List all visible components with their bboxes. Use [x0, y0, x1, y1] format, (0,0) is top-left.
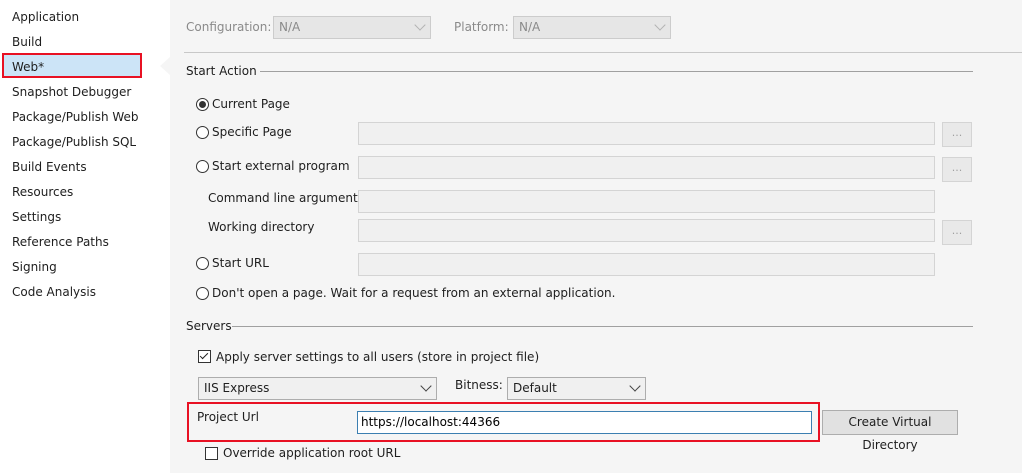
configuration-label: Configuration:	[186, 20, 272, 34]
servers-divider	[232, 326, 973, 327]
external-program-browse-button: ...	[942, 157, 972, 182]
specific-page-browse-button: ...	[942, 122, 972, 147]
start-url-label[interactable]: Start URL	[212, 256, 269, 270]
apply-server-settings-checkbox[interactable]	[198, 350, 211, 363]
sidebar-item-application[interactable]: Application	[12, 6, 79, 28]
configuration-select: N/A	[273, 16, 431, 39]
toolbar-divider	[184, 52, 1022, 53]
working-directory-label: Working directory	[208, 220, 315, 234]
sidebar-item-web[interactable]: Web*	[12, 56, 44, 78]
start-action-heading: Start Action	[186, 64, 257, 78]
current-page-radio[interactable]	[196, 98, 209, 111]
working-directory-input	[358, 219, 935, 242]
apply-server-settings-label[interactable]: Apply server settings to all users (stor…	[216, 350, 539, 364]
server-select[interactable]: IIS Express	[198, 377, 437, 400]
project-url-input[interactable]: https://localhost:44366	[357, 411, 812, 434]
dont-open-page-label[interactable]: Don't open a page. Wait for a request fr…	[212, 286, 615, 300]
specific-page-label[interactable]: Specific Page	[212, 125, 292, 139]
sidebar-item-signing[interactable]: Signing	[12, 256, 57, 278]
sidebar-item-package-publish-sql[interactable]: Package/Publish SQL	[12, 131, 136, 153]
platform-select: N/A	[513, 16, 671, 39]
start-external-program-radio[interactable]	[196, 160, 209, 173]
chevron-down-icon	[654, 19, 666, 31]
server-value: IIS Express	[204, 381, 270, 395]
chevron-down-icon	[414, 19, 426, 31]
platform-value: N/A	[519, 20, 541, 34]
dont-open-page-radio[interactable]	[196, 287, 209, 300]
bitness-select[interactable]: Default	[507, 377, 646, 400]
start-url-input	[358, 253, 935, 276]
sidebar-item-resources[interactable]: Resources	[12, 181, 73, 203]
start-external-program-label[interactable]: Start external program	[212, 159, 350, 173]
working-directory-browse-button: ...	[942, 220, 972, 245]
sidebar-item-snapshot-debugger[interactable]: Snapshot Debugger	[12, 81, 131, 103]
create-virtual-directory-button[interactable]: Create Virtual Directory	[822, 410, 958, 452]
command-line-arguments-input	[358, 190, 935, 213]
bitness-label: Bitness:	[455, 378, 503, 392]
servers-heading: Servers	[186, 319, 232, 333]
specific-page-input	[358, 122, 935, 145]
current-page-label[interactable]: Current Page	[212, 97, 290, 111]
configuration-value: N/A	[279, 20, 301, 34]
sidebar-item-build-events[interactable]: Build Events	[12, 156, 87, 178]
specific-page-radio[interactable]	[196, 126, 209, 139]
web-properties-page: Configuration: N/A Platform: N/A Start A…	[170, 0, 1022, 473]
external-program-input	[358, 156, 935, 179]
sidebar-item-reference-paths[interactable]: Reference Paths	[12, 231, 109, 253]
sidebar-item-settings[interactable]: Settings	[12, 206, 61, 228]
override-root-url-checkbox[interactable]	[205, 447, 218, 460]
project-url-label: Project Url	[197, 410, 259, 424]
start-action-divider	[260, 71, 973, 72]
command-line-arguments-label: Command line arguments	[208, 191, 364, 205]
platform-label: Platform:	[454, 20, 509, 34]
bitness-value: Default	[513, 381, 557, 395]
sidebar-item-build[interactable]: Build	[12, 31, 42, 53]
sidebar-item-package-publish-web[interactable]: Package/Publish Web	[12, 106, 139, 128]
chevron-down-icon	[420, 380, 432, 392]
selection-pointer	[160, 57, 170, 75]
override-root-url-label[interactable]: Override application root URL	[223, 446, 400, 460]
start-url-radio[interactable]	[196, 257, 209, 270]
sidebar-item-code-analysis[interactable]: Code Analysis	[12, 281, 96, 303]
chevron-down-icon	[629, 380, 641, 392]
property-sidebar: Application Build Web* Snapshot Debugger…	[0, 0, 170, 473]
